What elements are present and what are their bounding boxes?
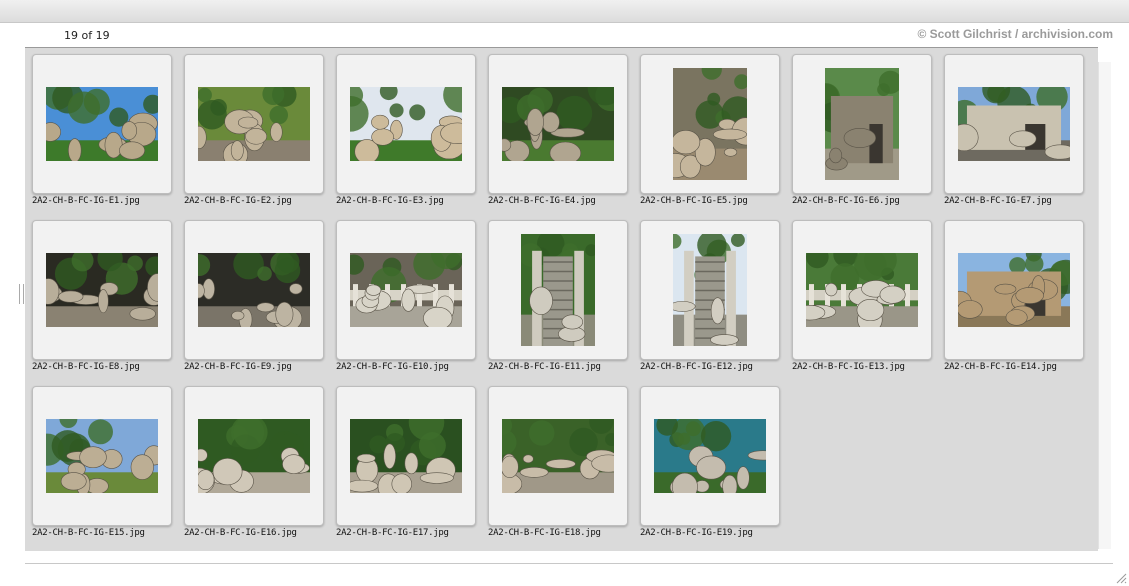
thumbnail-filename: 2A2-CH-B-FC-IG-E11.jpg — [488, 362, 601, 372]
thumbnail-image[interactable] — [654, 419, 766, 493]
thumbnail-filename: 2A2-CH-B-FC-IG-E13.jpg — [792, 362, 905, 372]
window-resize-grip-icon[interactable] — [1115, 572, 1127, 584]
slide-mount[interactable] — [32, 386, 172, 526]
thumbnail-item[interactable]: 2A2-CH-B-FC-IG-E17.jpg — [336, 386, 476, 552]
thumbnail-image[interactable] — [673, 234, 747, 346]
bottom-divider — [25, 563, 1113, 564]
thumbnail-image[interactable] — [806, 253, 918, 327]
vertical-scrollbar[interactable] — [1098, 62, 1111, 549]
slide-mount[interactable] — [640, 54, 780, 194]
thumbnail-item[interactable]: 2A2-CH-B-FC-IG-E10.jpg — [336, 220, 476, 386]
image-counter: 19 of 19 — [64, 29, 110, 42]
slide-mount[interactable] — [944, 220, 1084, 360]
thumbnail-filename: 2A2-CH-B-FC-IG-E12.jpg — [640, 362, 753, 372]
thumbnail-image[interactable] — [958, 87, 1070, 161]
thumbnail-filename: 2A2-CH-B-FC-IG-E16.jpg — [184, 528, 297, 538]
slide-mount[interactable] — [184, 386, 324, 526]
window-top-bar — [0, 0, 1129, 23]
thumbnail-image[interactable] — [198, 419, 310, 493]
thumbnail-item[interactable]: 2A2-CH-B-FC-IG-E2.jpg — [184, 54, 324, 220]
thumbnail-item[interactable]: 2A2-CH-B-FC-IG-E5.jpg — [640, 54, 780, 220]
thumbnail-item[interactable]: 2A2-CH-B-FC-IG-E6.jpg — [792, 54, 932, 220]
thumbnail-item[interactable]: 2A2-CH-B-FC-IG-E4.jpg — [488, 54, 628, 220]
thumbnail-image[interactable] — [198, 253, 310, 327]
thumbnail-item[interactable]: 2A2-CH-B-FC-IG-E19.jpg — [640, 386, 780, 552]
thumbnail-image[interactable] — [521, 234, 595, 346]
thumbnail-image[interactable] — [46, 419, 158, 493]
thumbnail-item[interactable]: 2A2-CH-B-FC-IG-E13.jpg — [792, 220, 932, 386]
thumbnail-image[interactable] — [673, 68, 747, 180]
thumbnail-item[interactable]: 2A2-CH-B-FC-IG-E16.jpg — [184, 386, 324, 552]
slide-mount[interactable] — [640, 220, 780, 360]
thumbnail-image[interactable] — [502, 419, 614, 493]
thumbnail-image[interactable] — [502, 87, 614, 161]
thumbnail-filename: 2A2-CH-B-FC-IG-E3.jpg — [336, 196, 444, 206]
thumbnail-filename: 2A2-CH-B-FC-IG-E2.jpg — [184, 196, 292, 206]
slide-mount[interactable] — [184, 220, 324, 360]
slide-mount[interactable] — [336, 54, 476, 194]
left-resize-handle[interactable] — [19, 284, 24, 304]
thumbnail-filename: 2A2-CH-B-FC-IG-E18.jpg — [488, 528, 601, 538]
thumbnail-item[interactable]: 2A2-CH-B-FC-IG-E8.jpg — [32, 220, 172, 386]
thumbnail-filename: 2A2-CH-B-FC-IG-E15.jpg — [32, 528, 145, 538]
thumbnail-image[interactable] — [46, 87, 158, 161]
thumbnail-image[interactable] — [958, 253, 1070, 327]
thumbnail-image[interactable] — [350, 87, 462, 161]
slide-mount[interactable] — [792, 54, 932, 194]
thumbnail-filename: 2A2-CH-B-FC-IG-E14.jpg — [944, 362, 1057, 372]
thumbnail-image[interactable] — [350, 419, 462, 493]
thumbnail-filename: 2A2-CH-B-FC-IG-E19.jpg — [640, 528, 753, 538]
slide-mount[interactable] — [336, 386, 476, 526]
thumbnail-filename: 2A2-CH-B-FC-IG-E9.jpg — [184, 362, 292, 372]
slide-mount[interactable] — [32, 220, 172, 360]
thumbnail-item[interactable]: 2A2-CH-B-FC-IG-E9.jpg — [184, 220, 324, 386]
thumbnail-filename: 2A2-CH-B-FC-IG-E4.jpg — [488, 196, 596, 206]
thumbnail-filename: 2A2-CH-B-FC-IG-E10.jpg — [336, 362, 449, 372]
thumbnail-item[interactable]: 2A2-CH-B-FC-IG-E15.jpg — [32, 386, 172, 552]
thumbnail-item[interactable]: 2A2-CH-B-FC-IG-E18.jpg — [488, 386, 628, 552]
viewer-header: 19 of 19 © Scott Gilchrist / archivision… — [25, 24, 1113, 46]
slide-mount[interactable] — [792, 220, 932, 360]
slide-mount[interactable] — [488, 54, 628, 194]
thumbnail-image[interactable] — [198, 87, 310, 161]
thumbnail-filename: 2A2-CH-B-FC-IG-E7.jpg — [944, 196, 1052, 206]
thumbnail-item[interactable]: 2A2-CH-B-FC-IG-E11.jpg — [488, 220, 628, 386]
thumbnail-filename: 2A2-CH-B-FC-IG-E8.jpg — [32, 362, 140, 372]
slide-mount[interactable] — [336, 220, 476, 360]
slide-mount[interactable] — [184, 54, 324, 194]
thumbnail-filename: 2A2-CH-B-FC-IG-E5.jpg — [640, 196, 748, 206]
slide-mount[interactable] — [488, 386, 628, 526]
slide-mount[interactable] — [640, 386, 780, 526]
slide-mount[interactable] — [32, 54, 172, 194]
copyright-credit: © Scott Gilchrist / archivision.com — [917, 27, 1113, 41]
thumbnail-filename: 2A2-CH-B-FC-IG-E17.jpg — [336, 528, 449, 538]
thumbnail-item[interactable]: 2A2-CH-B-FC-IG-E12.jpg — [640, 220, 780, 386]
thumbnail-item[interactable]: 2A2-CH-B-FC-IG-E1.jpg — [32, 54, 172, 220]
thumbnail-item[interactable]: 2A2-CH-B-FC-IG-E14.jpg — [944, 220, 1084, 386]
slide-mount[interactable] — [488, 220, 628, 360]
thumbnail-grid: 2A2-CH-B-FC-IG-E1.jpg 2A2-CH-B-FC-IG-E2.j… — [32, 54, 1084, 552]
thumbnail-filename: 2A2-CH-B-FC-IG-E6.jpg — [792, 196, 900, 206]
thumbnail-image[interactable] — [825, 68, 899, 180]
thumbnail-item[interactable]: 2A2-CH-B-FC-IG-E7.jpg — [944, 54, 1084, 220]
thumbnail-item[interactable]: 2A2-CH-B-FC-IG-E3.jpg — [336, 54, 476, 220]
thumbnail-image[interactable] — [350, 253, 462, 327]
slide-mount[interactable] — [944, 54, 1084, 194]
thumbnail-filename: 2A2-CH-B-FC-IG-E1.jpg — [32, 196, 140, 206]
thumbnail-image[interactable] — [46, 253, 158, 327]
